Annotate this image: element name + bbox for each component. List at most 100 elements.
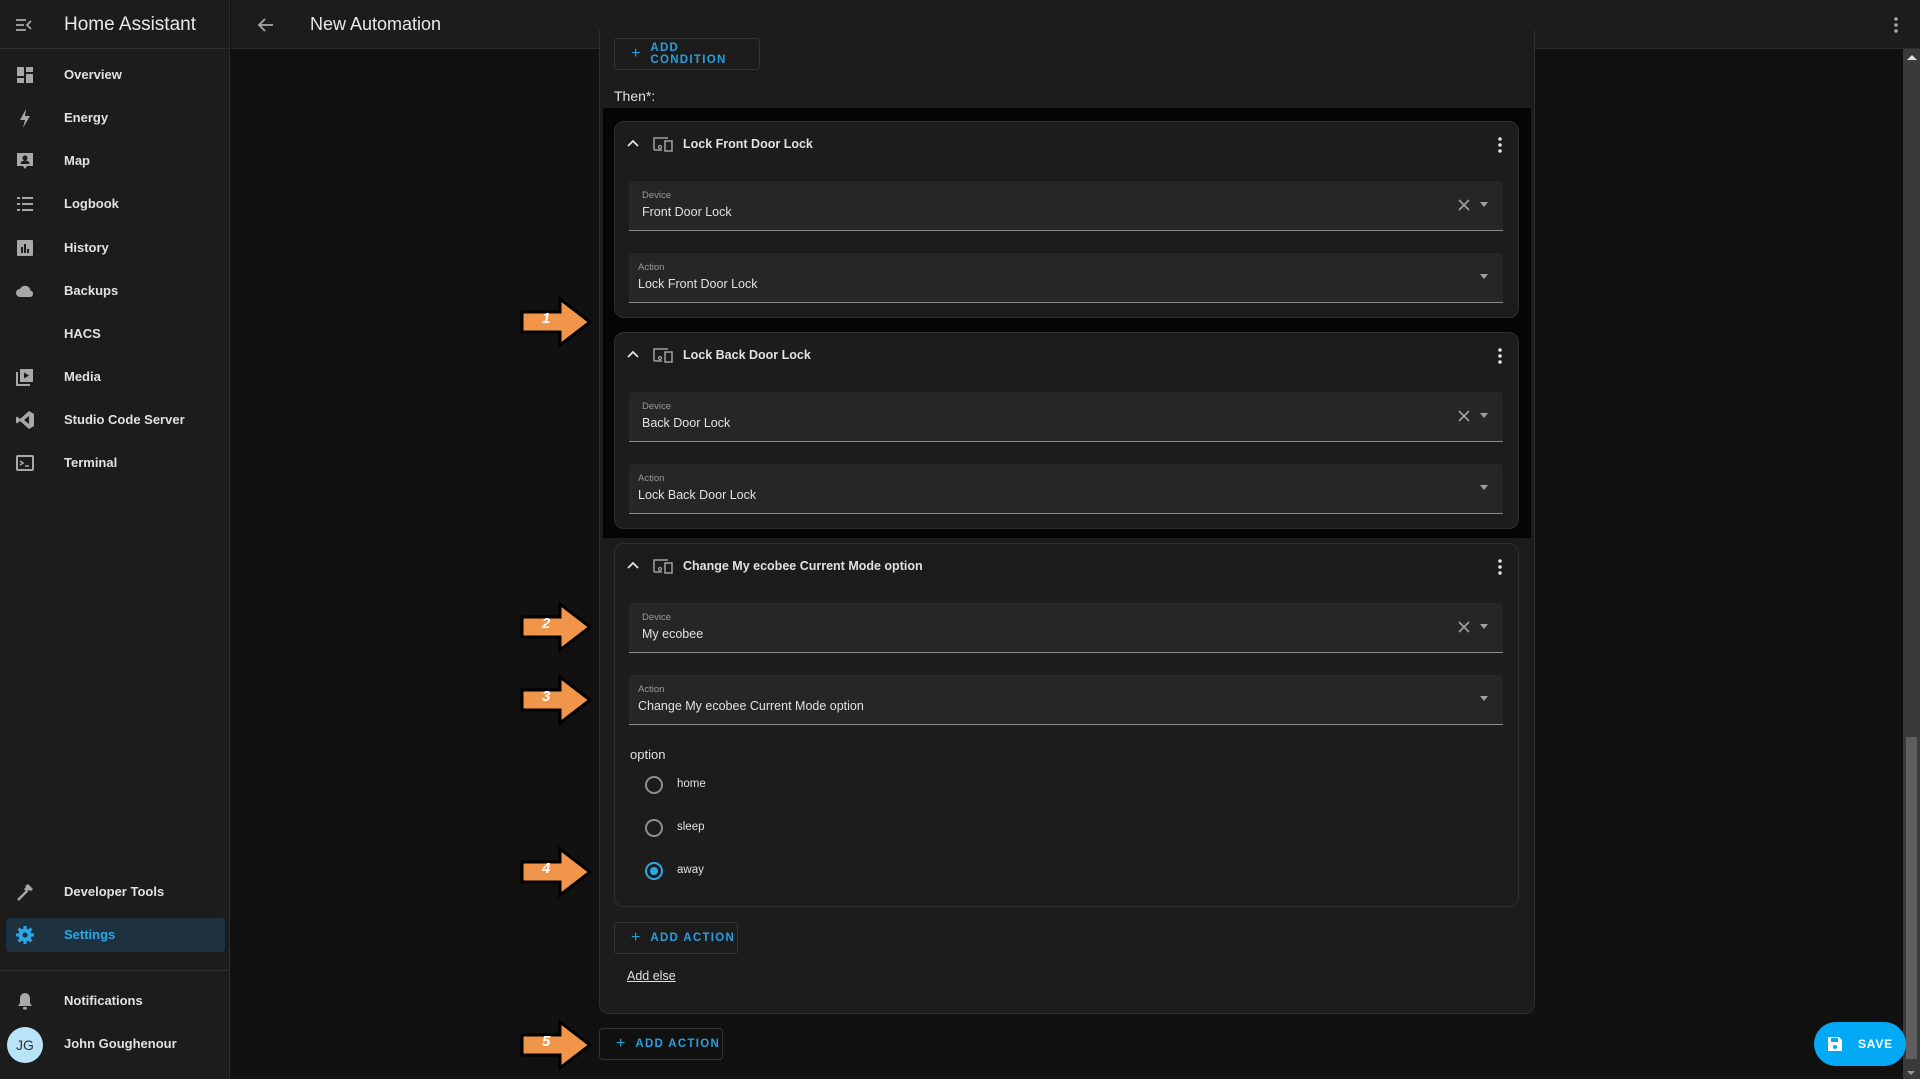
clear-icon[interactable] [1457, 198, 1471, 212]
add-condition-button[interactable]: + ADD CONDITION [614, 38, 760, 70]
page-title: New Automation [310, 14, 442, 34]
scrollbar-thumb[interactable] [1906, 737, 1917, 1059]
sidebar-item-backups[interactable]: Backups [6, 274, 225, 308]
sidebar-item-developer-tools[interactable]: Developer Tools [6, 875, 225, 909]
device-field-value: My ecobee [642, 627, 704, 641]
clear-icon[interactable] [1457, 620, 1471, 634]
sidebar-item-media[interactable]: Media [6, 360, 225, 394]
annotation-number: 1 [542, 310, 551, 327]
device-field-label: Device [642, 190, 672, 201]
annotation-number: 4 [542, 860, 551, 877]
chevron-up-icon[interactable] [625, 347, 641, 363]
hammer-icon [17, 884, 33, 901]
sidebar-item-overview[interactable]: Overview [6, 58, 225, 92]
sidebar-item-map[interactable]: Map [6, 144, 225, 178]
dropdown-arrow-icon[interactable] [1480, 202, 1488, 207]
sidebar-item-logbook[interactable]: Logbook [6, 187, 225, 221]
action-field-label: Action [638, 684, 665, 695]
play-box-multiple-icon [16, 369, 33, 386]
sidebar-item-terminal[interactable]: Terminal [6, 446, 225, 480]
device-field[interactable]: Device My ecobee [629, 603, 1503, 653]
action-title: Lock Back Door Lock [683, 348, 811, 362]
sidebar-item-label: History [64, 240, 109, 255]
save-label: SAVE [1858, 1037, 1893, 1051]
sidebar-item-history[interactable]: History [6, 231, 225, 265]
more-vertical-icon[interactable] [1496, 345, 1504, 367]
menu-collapse-icon[interactable] [14, 15, 34, 35]
vscode-icon [16, 411, 34, 429]
radio-label[interactable]: sleep [677, 821, 705, 833]
annotation-number: 2 [542, 615, 551, 632]
sidebar-item-label: HACS [64, 326, 101, 341]
avatar[interactable]: JG [7, 1027, 43, 1063]
device-field-value: Front Door Lock [642, 205, 732, 219]
cloud-icon [16, 285, 34, 297]
action-card-header[interactable]: Lock Front Door Lock [615, 122, 1518, 168]
sidebar-item-profile[interactable]: John Goughenour [50, 1027, 225, 1061]
action-field[interactable]: Action Lock Back Door Lock [629, 464, 1503, 514]
action-field[interactable]: Action Change My ecobee Current Mode opt… [629, 675, 1503, 725]
sidebar-item-studio-code-server[interactable]: Studio Code Server [6, 403, 225, 437]
annotation-arrow: 3 [520, 673, 594, 727]
back-arrow-icon[interactable] [255, 14, 277, 36]
save-button[interactable]: SAVE [1814, 1022, 1906, 1066]
sidebar-item-notifications[interactable]: Notifications [6, 984, 225, 1018]
add-condition-label: ADD CONDITION [650, 42, 727, 66]
list-icon [17, 197, 33, 211]
device-field[interactable]: Device Front Door Lock [629, 181, 1503, 231]
option-label: option [630, 747, 666, 762]
dropdown-arrow-icon[interactable] [1480, 413, 1488, 418]
annotation-arrow: 4 [520, 845, 594, 899]
sidebar-item-label: Backups [64, 283, 119, 298]
scrollbar[interactable] [1903, 49, 1920, 1079]
radio-label[interactable]: home [677, 778, 706, 790]
radio-home[interactable] [645, 776, 663, 794]
sidebar-item-energy[interactable]: Energy [6, 101, 225, 135]
scroll-up-arrow-icon[interactable] [1907, 55, 1917, 60]
action-card-header[interactable]: Change My ecobee Current Mode option [615, 544, 1518, 590]
radio-sleep[interactable] [645, 819, 663, 837]
dropdown-arrow-icon[interactable] [1480, 696, 1488, 701]
more-vertical-icon[interactable] [1496, 134, 1504, 156]
sidebar-header: Home Assistant [0, 0, 230, 49]
plus-icon: + [631, 45, 641, 62]
more-vertical-icon[interactable] [1496, 556, 1504, 578]
clear-icon[interactable] [1457, 409, 1471, 423]
action-card: Lock Back Door Lock Device Back Door Loc… [614, 332, 1519, 529]
sidebar: Home Assistant Overview Energy Map Logbo… [0, 0, 230, 1079]
dropdown-arrow-icon[interactable] [1480, 624, 1488, 629]
annotation-arrow: 5 [520, 1018, 594, 1072]
arrow-right-icon [520, 673, 593, 727]
dropdown-arrow-icon[interactable] [1480, 485, 1488, 490]
console-icon [16, 455, 34, 471]
radio-away[interactable] [645, 862, 663, 880]
action-field[interactable]: Action Lock Front Door Lock [629, 253, 1503, 303]
sidebar-item-label: Logbook [64, 196, 119, 211]
add-else-link[interactable]: Add else [627, 969, 676, 983]
action-title: Change My ecobee Current Mode option [683, 559, 923, 573]
action-field-value: Lock Back Door Lock [638, 488, 757, 502]
sidebar-item-label: Studio Code Server [64, 412, 185, 427]
add-action-outer-button[interactable]: + ADD ACTION [599, 1028, 723, 1060]
scroll-down-arrow-icon[interactable] [1907, 1071, 1915, 1075]
action-card-header[interactable]: Lock Back Door Lock [615, 333, 1518, 379]
add-action-inner-button[interactable]: + ADD ACTION [614, 922, 738, 954]
dropdown-arrow-icon[interactable] [1480, 274, 1488, 279]
arrow-right-icon [520, 845, 593, 899]
app-title: Home Assistant [64, 14, 196, 35]
sidebar-item-hacs[interactable]: HACS [6, 317, 225, 351]
user-name: John Goughenour [64, 1036, 177, 1051]
chevron-up-icon[interactable] [625, 136, 641, 152]
annotation-arrow: 2 [520, 600, 594, 654]
annotation-arrow: 1 [520, 295, 594, 349]
chevron-up-icon[interactable] [625, 558, 641, 574]
arrow-right-icon [520, 1018, 593, 1072]
device-field[interactable]: Device Back Door Lock [629, 392, 1503, 442]
chart-bar-icon [17, 240, 33, 256]
arrow-right-icon [520, 295, 593, 349]
sidebar-item-label: Media [64, 369, 101, 384]
devices-icon [653, 559, 673, 574]
more-vertical-icon[interactable] [1886, 14, 1906, 36]
sidebar-item-settings[interactable]: Settings [6, 918, 225, 952]
radio-label[interactable]: away [677, 864, 704, 876]
